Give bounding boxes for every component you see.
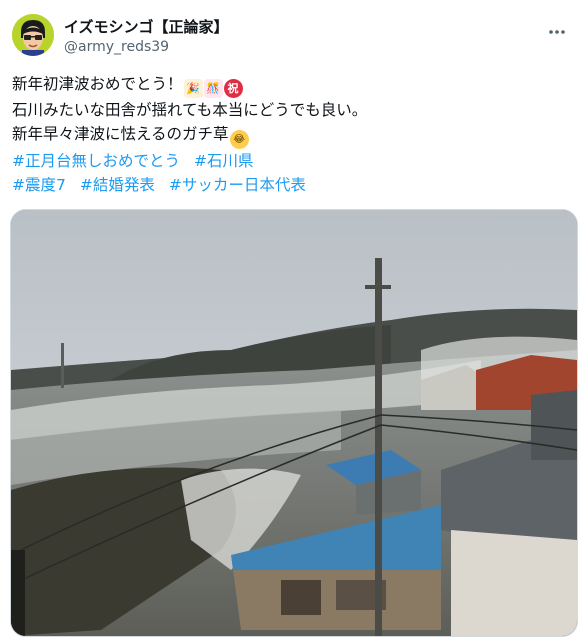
tweet-line-2: 石川みたいな田舎が揺れても本当にどうでも良い。 xyxy=(12,98,573,122)
confetti-ball-icon: 🎊 xyxy=(203,79,223,98)
hashtag-link[interactable]: #震度7 xyxy=(12,176,66,194)
avatar[interactable] xyxy=(12,14,54,56)
tweet-header: イズモシンゴ【正論家】 @army_reds39 xyxy=(12,12,573,62)
tweet-line-1: 新年初津波おめでとう！ 🎉 🎊 祝 xyxy=(12,72,573,98)
display-name[interactable]: イズモシンゴ【正論家】 xyxy=(64,18,229,36)
author-info: イズモシンゴ【正論家】 @army_reds39 xyxy=(64,18,229,56)
tweet-line-text: 新年初津波おめでとう！ xyxy=(12,75,183,93)
hashtag-link[interactable]: #サッカー日本代表 xyxy=(169,176,306,194)
tweet-line-text: 石川みたいな田舎が揺れても本当にどうでも良い。 xyxy=(12,101,368,119)
hashtag-link[interactable]: #正月台無しおめでとう xyxy=(12,152,180,170)
hashtag-row-1: #正月台無しおめでとう #石川県 xyxy=(12,149,573,173)
tweet-media-photo[interactable] xyxy=(10,209,578,637)
laughing-face-icon: 😂 xyxy=(229,130,249,149)
tweet-line-text: 新年早々津波に怯えるのガチ草 xyxy=(12,125,229,143)
more-options-button[interactable] xyxy=(543,18,571,46)
hashtag-link[interactable]: #石川県 xyxy=(194,152,254,170)
iwai-icon: 祝 xyxy=(223,79,243,98)
tweet-line-3: 新年早々津波に怯えるのガチ草 😂 xyxy=(12,122,573,149)
party-popper-icon: 🎉 xyxy=(183,79,203,98)
hashtag-link[interactable]: #結婚発表 xyxy=(80,176,155,194)
user-handle[interactable]: @army_reds39 xyxy=(64,38,229,56)
tsunami-photo xyxy=(11,210,577,636)
hashtag-row-2: #震度7 #結婚発表 #サッカー日本代表 xyxy=(12,173,573,197)
more-horizontal-icon xyxy=(549,30,565,34)
avatar-illustration xyxy=(12,14,54,56)
tweet-text: 新年初津波おめでとう！ 🎉 🎊 祝 石川みたいな田舎が揺れても本当にどうでも良い。 新… xyxy=(12,72,573,197)
